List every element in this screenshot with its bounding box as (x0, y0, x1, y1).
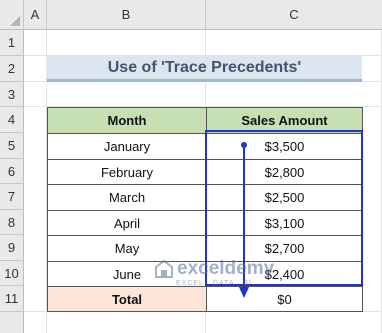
row-header-5[interactable]: 5 (0, 133, 24, 159)
sheet-title[interactable]: Use of 'Trace Precedents' (47, 56, 362, 82)
header-month[interactable]: Month (47, 107, 207, 134)
cell-amount[interactable]: $3,100 (206, 210, 363, 236)
watermark-tagline: EXCEL · DATA · BI (176, 280, 252, 287)
row-header-12 (0, 312, 24, 333)
exceldemy-logo-icon (155, 259, 173, 278)
row-header-2[interactable]: 2 (0, 56, 24, 82)
row-header-11[interactable]: 11 (0, 286, 24, 312)
total-value-cell[interactable]: $0 (206, 286, 363, 312)
cell-amount[interactable]: $2,500 (206, 184, 363, 211)
row-header-1[interactable]: 1 (0, 30, 24, 56)
column-header-c[interactable]: C (206, 0, 382, 30)
row-header-7[interactable]: 7 (0, 184, 24, 210)
row-header-6[interactable]: 6 (0, 159, 24, 184)
select-all-triangle-icon (10, 16, 20, 26)
row-header-3[interactable]: 3 (0, 82, 24, 107)
column-header-b[interactable]: B (47, 0, 206, 30)
watermark-name: exceldemy (177, 258, 275, 279)
watermark: exceldemy EXCEL · DATA · BI (154, 258, 275, 287)
cell-amount[interactable]: $2,800 (206, 159, 363, 185)
cell-month[interactable]: March (47, 184, 207, 211)
row-header-8[interactable]: 8 (0, 210, 24, 235)
cell-month[interactable]: April (47, 210, 207, 236)
row-header-10[interactable]: 10 (0, 261, 24, 286)
cell-amount[interactable]: $3,500 (206, 133, 363, 160)
cell-month[interactable]: January (47, 133, 207, 160)
header-sales-amount[interactable]: Sales Amount (206, 107, 363, 134)
select-all-corner[interactable] (0, 0, 24, 30)
cell-month[interactable]: February (47, 159, 207, 185)
total-label-cell[interactable]: Total (47, 286, 207, 312)
row-header-9[interactable]: 9 (0, 235, 24, 261)
row-header-4[interactable]: 4 (0, 107, 24, 133)
column-header-a[interactable]: A (24, 0, 47, 30)
